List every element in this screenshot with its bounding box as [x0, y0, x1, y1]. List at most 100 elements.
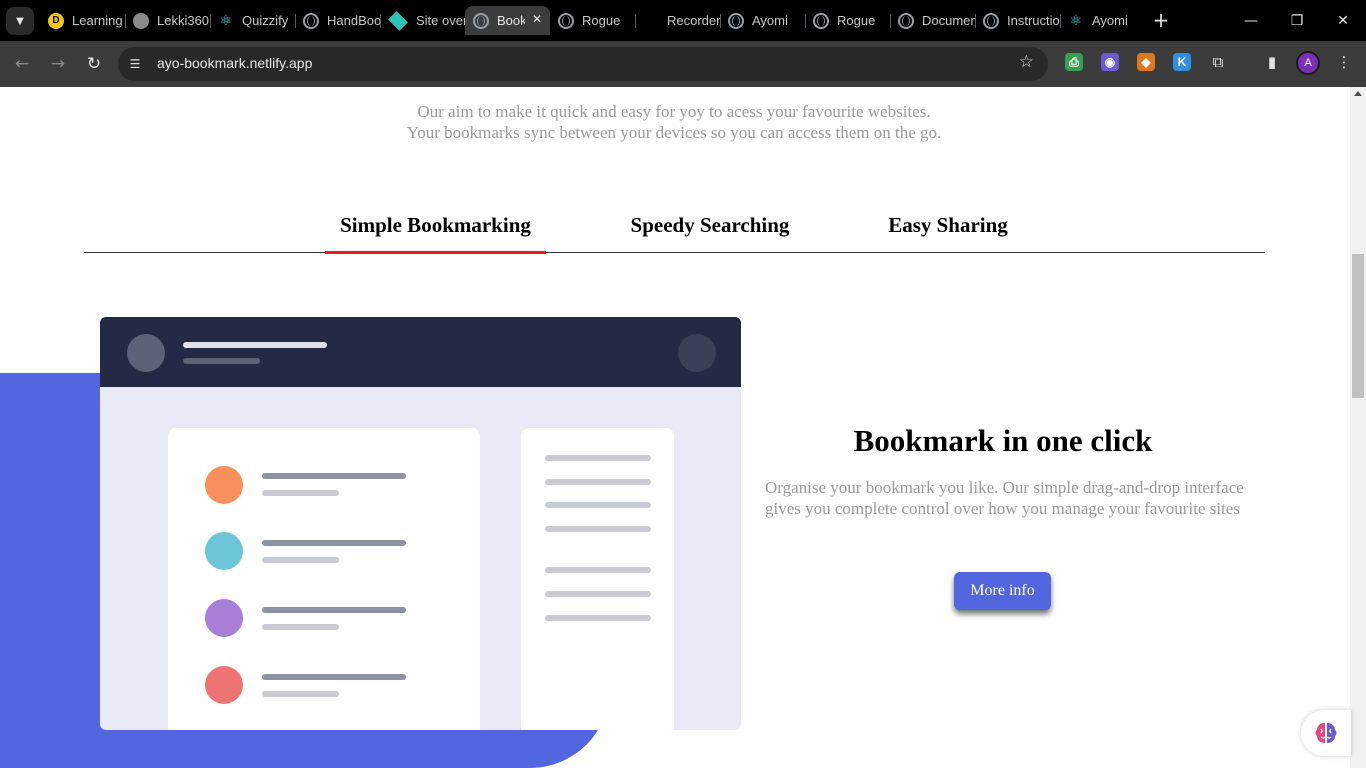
globe-icon [898, 12, 914, 29]
browser-toolbar: ← → ↻ ☰ ayo-bookmark.netlify.app ☆ ⎙ ◉ ◆… [0, 41, 1366, 87]
side-line [545, 455, 651, 461]
globe-icon [303, 12, 319, 29]
react-icon: ⚛ [219, 12, 233, 29]
browser-menu-kebab-icon[interactable]: ⋮ [1333, 51, 1355, 73]
browser-tab[interactable]: Site overview [380, 6, 465, 35]
feature-description: Organise your bookmark you like. Our sim… [765, 478, 1244, 518]
side-line [545, 502, 651, 508]
profile-avatar[interactable]: A [1296, 51, 1320, 75]
browser-tab[interactable]: ⚛ Ayomi [1060, 6, 1145, 35]
browser-tab[interactable]: Documents [890, 6, 975, 35]
tab-title: Lekki360 [157, 13, 210, 28]
globe-icon [983, 12, 999, 29]
metamask-fox-icon[interactable]: ◆ [1137, 53, 1155, 71]
side-panel-icon[interactable]: ▮ [1261, 51, 1283, 73]
tab-title: Learning [72, 13, 123, 28]
side-line [545, 526, 651, 532]
list-line [262, 540, 406, 546]
side-line [545, 591, 651, 597]
brain-extension-button[interactable] [1301, 710, 1351, 756]
tab-list: D Learning Lekki360 ⚛ Quizzify HandBook … [40, 6, 1145, 35]
url-text[interactable]: ayo-bookmark.netlify.app [157, 55, 312, 71]
side-line [545, 615, 651, 621]
globe-icon [558, 12, 574, 29]
site-settings-icon[interactable]: ☰ [126, 55, 144, 73]
feature-title: Bookmark in one click [853, 423, 1153, 458]
teal-dot-icon [205, 532, 243, 570]
react-icon: ⚛ [1069, 12, 1083, 29]
restore-icon[interactable]: ❐ [1274, 0, 1320, 41]
browser-tab[interactable]: Instructions [975, 6, 1060, 35]
browser-tab-active[interactable]: Bookmark ✕ [465, 6, 550, 35]
browser-tab[interactable]: D Learning [40, 6, 125, 35]
bookmark-illustration [100, 317, 741, 730]
printer-extension-icon[interactable]: ⎙ [1065, 53, 1083, 71]
tab-title: Instructions [1007, 13, 1060, 28]
purple-dot-icon [205, 599, 243, 637]
tab-easy-sharing[interactable]: Easy Sharing [874, 213, 1022, 253]
red-dot-icon [205, 666, 243, 704]
list-line [262, 473, 406, 479]
new-tab-plus-icon[interactable]: + [1149, 7, 1173, 33]
illustration-avatar-right [678, 334, 716, 372]
tab-speedy-searching[interactable]: Speedy Searching [614, 213, 806, 253]
bookmark-star-icon[interactable]: ☆ [1019, 52, 1034, 72]
more-info-button[interactable]: More info [954, 572, 1051, 610]
page-viewport: Our aim to make it quick and easy for yo… [0, 87, 1350, 768]
browser-tab[interactable]: Lekki360 [125, 6, 210, 35]
netlify-icon [388, 10, 408, 31]
tab-search-chevron-icon[interactable]: ▼ [6, 7, 34, 35]
side-line [545, 567, 651, 573]
yellow-d-icon: D [48, 12, 64, 29]
browser-tab-strip: ▼ D Learning Lekki360 ⚛ Quizzify HandBoo… [0, 0, 1366, 41]
back-arrow-icon[interactable]: ← [7, 49, 37, 79]
reload-icon[interactable]: ↻ [79, 49, 109, 79]
browser-tab[interactable]: Ayomi [720, 6, 805, 35]
vertical-scrollbar[interactable] [1350, 87, 1366, 768]
browser-tab[interactable]: Rogue [805, 6, 890, 35]
tab-simple-bookmarking[interactable]: Simple Bookmarking [325, 213, 546, 254]
scroll-up-arrow-icon[interactable] [1354, 91, 1362, 96]
list-line [262, 557, 339, 563]
tab-title: Quizzify [242, 13, 289, 28]
illustration-avatar [127, 334, 165, 372]
illustration-subtitle-line [183, 358, 260, 364]
github-icon [133, 12, 149, 29]
globe-icon [728, 12, 744, 29]
browser-tab[interactable]: Rogue [550, 6, 635, 35]
microsoft-icon [643, 13, 659, 29]
scrollbar-thumb[interactable] [1352, 254, 1364, 398]
tab-title: Ayomi [752, 13, 788, 28]
list-line [262, 490, 339, 496]
intro-text: Our aim to make it quick and easy for yo… [406, 102, 942, 142]
illustration-header [100, 317, 741, 387]
list-line [262, 691, 339, 697]
tab-title: Rogue [837, 13, 876, 28]
k-extension-icon[interactable]: K [1173, 53, 1191, 71]
illustration-title-line [183, 342, 327, 348]
brain-icon [1315, 723, 1337, 743]
list-line [262, 607, 406, 613]
browser-tab[interactable]: ⚛ Quizzify [210, 6, 295, 35]
minimize-icon[interactable]: — [1228, 0, 1274, 41]
address-bar[interactable]: ☰ ayo-bookmark.netlify.app ☆ [118, 47, 1048, 81]
close-tab-icon[interactable]: ✕ [532, 12, 542, 26]
tab-title: Ayomi [1092, 13, 1128, 28]
features-tab-bar: Simple Bookmarking Speedy Searching Easy… [84, 210, 1265, 254]
close-window-icon[interactable]: ✕ [1320, 0, 1366, 41]
globe-icon [473, 12, 489, 29]
forward-arrow-icon[interactable]: → [43, 49, 73, 79]
browser-tab[interactable]: Recorder [635, 6, 720, 35]
list-line [262, 624, 339, 630]
tab-title: Rogue [582, 13, 621, 28]
extensions-puzzle-icon[interactable]: ⧉ [1207, 51, 1229, 73]
frog-extension-icon[interactable]: ◉ [1101, 53, 1119, 71]
globe-icon [813, 12, 829, 29]
tab-title: Site overview [416, 13, 465, 28]
tab-title: Documents [922, 13, 975, 28]
side-line [545, 479, 651, 485]
illustration-side-panel [521, 428, 674, 730]
tab-title: Recorder [667, 13, 720, 28]
browser-tab[interactable]: HandBook [295, 6, 380, 35]
orange-dot-icon [205, 466, 243, 504]
